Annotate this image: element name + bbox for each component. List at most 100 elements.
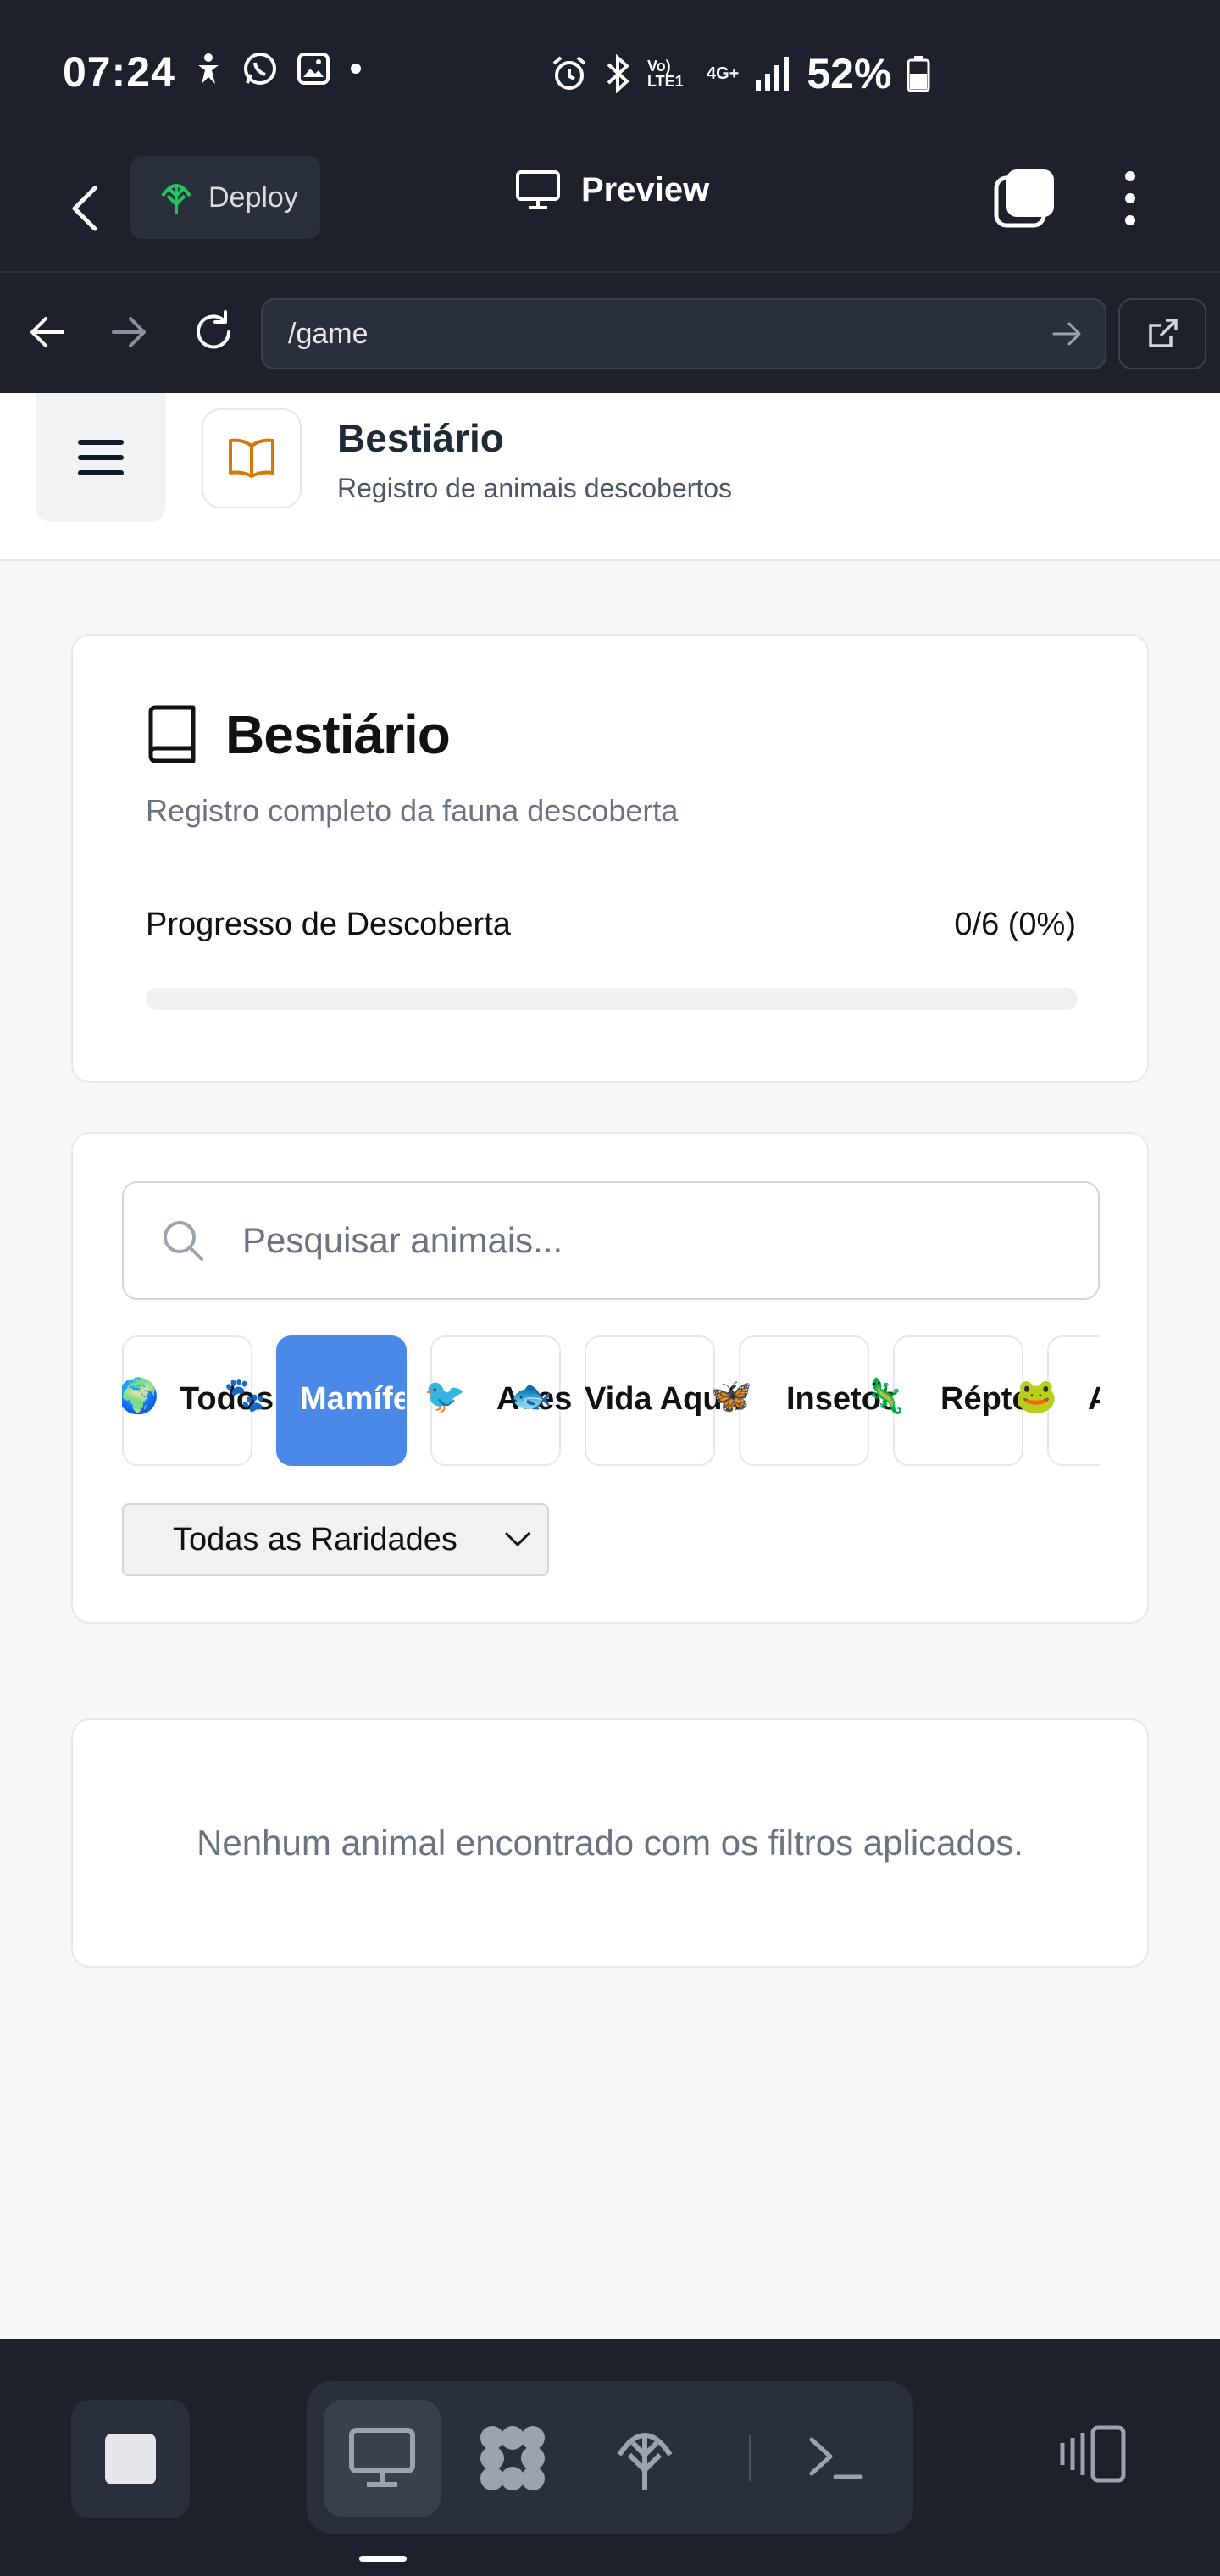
monitor-icon <box>516 170 560 209</box>
site-subtitle: Registro de animais descobertos <box>337 473 733 503</box>
book-open-icon <box>229 438 274 478</box>
menu-line-icon <box>78 470 124 475</box>
arrow-right-icon <box>112 317 146 347</box>
deploy-button[interactable]: Deploy <box>130 156 320 239</box>
progress-card: Bestiário Registro completo da fauna des… <box>71 634 1149 1083</box>
rarity-select[interactable]: Todas as Raridades <box>122 1503 549 1576</box>
chip-vida-aquatica[interactable]: 🐟 Vida Aquática <box>510 1335 796 1466</box>
preview-tab[interactable]: Preview <box>515 169 709 210</box>
progress-value: 0/6 (0%) <box>954 907 1076 942</box>
chevron-down-icon <box>505 1532 530 1546</box>
url-bar[interactable]: /game <box>261 298 1106 369</box>
fish-icon: 🐟 <box>510 1378 552 1415</box>
web-viewport: Bestiário Registro de animais descoberto… <box>0 393 1220 2339</box>
progress-bar <box>146 988 1078 1010</box>
hamburger-menu-button[interactable] <box>36 393 166 522</box>
dock-preview-button[interactable] <box>324 2400 441 2517</box>
gallery-icon <box>297 53 330 85</box>
menu-line-icon <box>78 440 124 445</box>
deploy-label: Deploy <box>208 180 298 214</box>
status-time: 07:24 <box>63 48 175 96</box>
site-title: Bestiário <box>337 416 504 460</box>
dock-separator <box>749 2435 751 2481</box>
device-toggle-button[interactable] <box>1051 2412 1135 2496</box>
deploy-icon <box>161 184 191 214</box>
dock-terminal-button[interactable] <box>778 2400 895 2517</box>
agent-icon <box>480 2426 545 2490</box>
tool-dock <box>307 2381 913 2534</box>
globe-icon: 🌍 <box>122 1378 159 1415</box>
network-type-label: 4G+ <box>707 64 740 83</box>
results-card: Nenhum animal encontrado com os filtros … <box>71 1718 1149 1968</box>
signal-icon <box>756 57 790 91</box>
status-bar: 07:24 Vo) LTE1 4G+ 52% <box>0 0 1220 144</box>
whatsapp-icon <box>244 53 276 85</box>
alarm-icon <box>552 56 586 90</box>
dock-agent-button[interactable] <box>454 2400 571 2517</box>
reload-button[interactable] <box>188 307 239 358</box>
progress-label: Progresso de Descoberta <box>146 907 511 942</box>
chip-insetos[interactable]: 🦋 Insetos <box>710 1335 899 1466</box>
chip-label: Anfíbios <box>1088 1381 1100 1417</box>
search-icon <box>164 1221 203 1261</box>
filters-card: 🌍 Todos Mamíferos 🐾 🐦 Aves 🐟 Vida Aquáti… <box>71 1132 1149 1624</box>
dock-deploy-button[interactable] <box>586 2400 703 2517</box>
more-options-button[interactable] <box>1113 164 1147 232</box>
app-bar: Deploy Preview <box>0 144 1220 273</box>
site-header: Bestiário Registro de animais descoberto… <box>0 393 1220 561</box>
search-field[interactable] <box>122 1181 1100 1300</box>
book-open-badge <box>202 408 302 508</box>
progress-card-subtitle: Registro completo da fauna descoberta <box>146 793 679 828</box>
stop-button[interactable] <box>71 2400 190 2518</box>
go-arrow-icon[interactable] <box>1051 317 1084 351</box>
url-text: /game <box>288 317 369 350</box>
accessibility-icon <box>198 53 219 84</box>
chip-anfibios[interactable]: 🐸 Anfíbios <box>1015 1335 1100 1466</box>
book-icon <box>148 705 196 763</box>
frog-icon: 🐸 <box>1015 1378 1057 1415</box>
empty-state-message: Nenhum animal encontrado com os filtros … <box>197 1823 1023 1863</box>
arrow-left-icon <box>30 317 64 347</box>
more-dot-icon <box>1125 171 1135 181</box>
browser-bar: /game <box>0 273 1220 393</box>
monitor-icon <box>349 2428 415 2487</box>
notification-icons <box>193 51 363 86</box>
chip-mamiferos[interactable]: Mamíferos <box>276 1335 407 1466</box>
chip-repteis[interactable]: 🦎 Répteis <box>864 1335 1056 1466</box>
deploy-icon <box>617 2433 673 2490</box>
stop-icon <box>105 2434 156 2484</box>
battery-percent: 52% <box>807 50 892 97</box>
open-external-button[interactable] <box>1118 298 1206 369</box>
more-dot-icon <box>1125 215 1135 225</box>
browser-back-button[interactable] <box>22 307 73 358</box>
external-link-icon <box>1149 319 1178 347</box>
terminal-icon <box>809 2437 863 2479</box>
search-input[interactable] <box>242 1220 1005 1261</box>
volte-label: Vo) LTE1 <box>647 58 684 90</box>
chevron-left-icon <box>72 186 97 231</box>
butterfly-icon: 🦋 <box>710 1378 752 1415</box>
tabs-button[interactable] <box>993 166 1057 230</box>
browser-forward-button[interactable] <box>103 307 154 358</box>
bluetooth-icon <box>607 54 629 93</box>
more-dot-icon <box>1125 193 1135 203</box>
progress-card-header: Bestiário <box>146 703 451 766</box>
reload-icon <box>197 310 230 349</box>
chip-label: Mamíferos <box>300 1381 405 1417</box>
bird-icon: 🐦 <box>424 1378 466 1415</box>
preview-label: Preview <box>581 170 710 208</box>
paw-icon: 🐾 <box>224 1376 266 1413</box>
lizard-icon: 🦎 <box>864 1378 907 1415</box>
battery-icon <box>907 56 930 92</box>
tabs-icon <box>994 169 1054 228</box>
rarity-select-value: Todas as Raridades <box>173 1521 458 1557</box>
category-chips: 🌍 Todos Mamíferos 🐾 🐦 Aves 🐟 Vida Aquáti… <box>122 1335 1100 1466</box>
home-indicator <box>359 2556 407 2562</box>
back-button[interactable] <box>59 175 110 242</box>
dot-icon <box>351 64 361 74</box>
bottom-toolbar <box>0 2339 1220 2576</box>
progress-card-title: Bestiário <box>225 704 451 765</box>
menu-line-icon <box>78 455 124 460</box>
device-toggle-icon <box>1060 2425 1126 2483</box>
system-icons: Vo) LTE1 4G+ 52% <box>551 49 930 98</box>
